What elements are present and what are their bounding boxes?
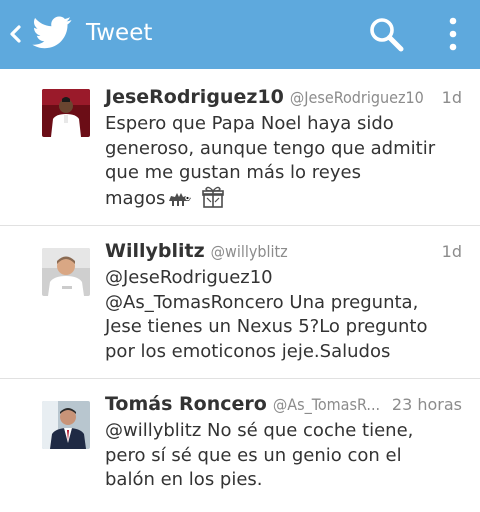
tweet-line: generoso, aunque tengo que admitir [105, 137, 436, 159]
more-vertical-icon[interactable] [440, 14, 466, 54]
tweet-list: JeseRodriguez10 @JeseRodriguez10 1d Esper… [0, 69, 480, 511]
tweet-text: Espero que Papa Noel haya sido generoso,… [105, 112, 465, 211]
chevron-left-icon[interactable] [6, 20, 24, 48]
search-icon[interactable] [366, 14, 406, 54]
gift-icon [202, 186, 225, 208]
tweet-header: Tomás Roncero @As_TomasR... 23 horas [105, 393, 462, 417]
tweet-line: magos [105, 187, 166, 209]
author-handle[interactable]: @willyblitz [211, 242, 288, 261]
tweet-line: balón en los pies. [105, 469, 263, 490]
timestamp: 23 horas [391, 395, 462, 414]
tweet-header: JeseRodriguez10 @JeseRodriguez10 1d [105, 86, 462, 110]
tweet-header: Willyblitz @willyblitz 1d [105, 240, 462, 264]
author-handle[interactable]: @JeseRodriguez10 [290, 88, 424, 107]
tweet-line: @willyblitz No sé que coche tiene, [105, 420, 414, 441]
tweet-line: Jese tienes un Nexus 5?Lo pregunto [105, 316, 428, 337]
tweet-line: @As_TomasRoncero Una pregunta, [105, 291, 419, 313]
tweet-line: Espero que Papa Noel haya sido [105, 113, 394, 134]
avatar[interactable] [42, 89, 90, 137]
page-title: Tweet [86, 20, 153, 46]
tweet-line: pero sí sé que es un genio con el [105, 444, 402, 466]
author-handle[interactable]: @As_TomasR... [273, 395, 380, 414]
author-name[interactable]: Willyblitz [105, 240, 205, 262]
tweet-line: @JeseRodriguez10 [105, 267, 273, 288]
timestamp: 1d [441, 242, 462, 261]
author-name[interactable]: JeseRodriguez10 [105, 86, 284, 108]
timestamp: 1d [441, 88, 462, 107]
tweet-item[interactable]: JeseRodriguez10 @JeseRodriguez10 1d Esper… [0, 69, 480, 226]
tweet-item[interactable]: Tomás Roncero @As_TomasR... 23 horas @wil… [0, 379, 480, 511]
tweet-text: @willyblitz No sé que coche tiene, pero … [105, 419, 465, 493]
avatar[interactable] [42, 401, 90, 449]
avatar[interactable] [42, 248, 90, 296]
camel-icon [169, 192, 192, 206]
tweet-line: por los emoticonos jeje.Saludos [105, 340, 391, 362]
app-bar: Tweet [0, 0, 480, 69]
author-name[interactable]: Tomás Roncero [105, 393, 267, 415]
twitter-bird-icon[interactable] [32, 16, 72, 50]
tweet-line: que me gustan más lo reyes [105, 162, 361, 183]
tweet-line-with-emoji: magos [105, 186, 465, 212]
tweet-text: @JeseRodriguez10 @As_TomasRoncero Una pr… [105, 266, 465, 364]
tweet-item[interactable]: Willyblitz @willyblitz 1d @JeseRodriguez1… [0, 226, 480, 379]
